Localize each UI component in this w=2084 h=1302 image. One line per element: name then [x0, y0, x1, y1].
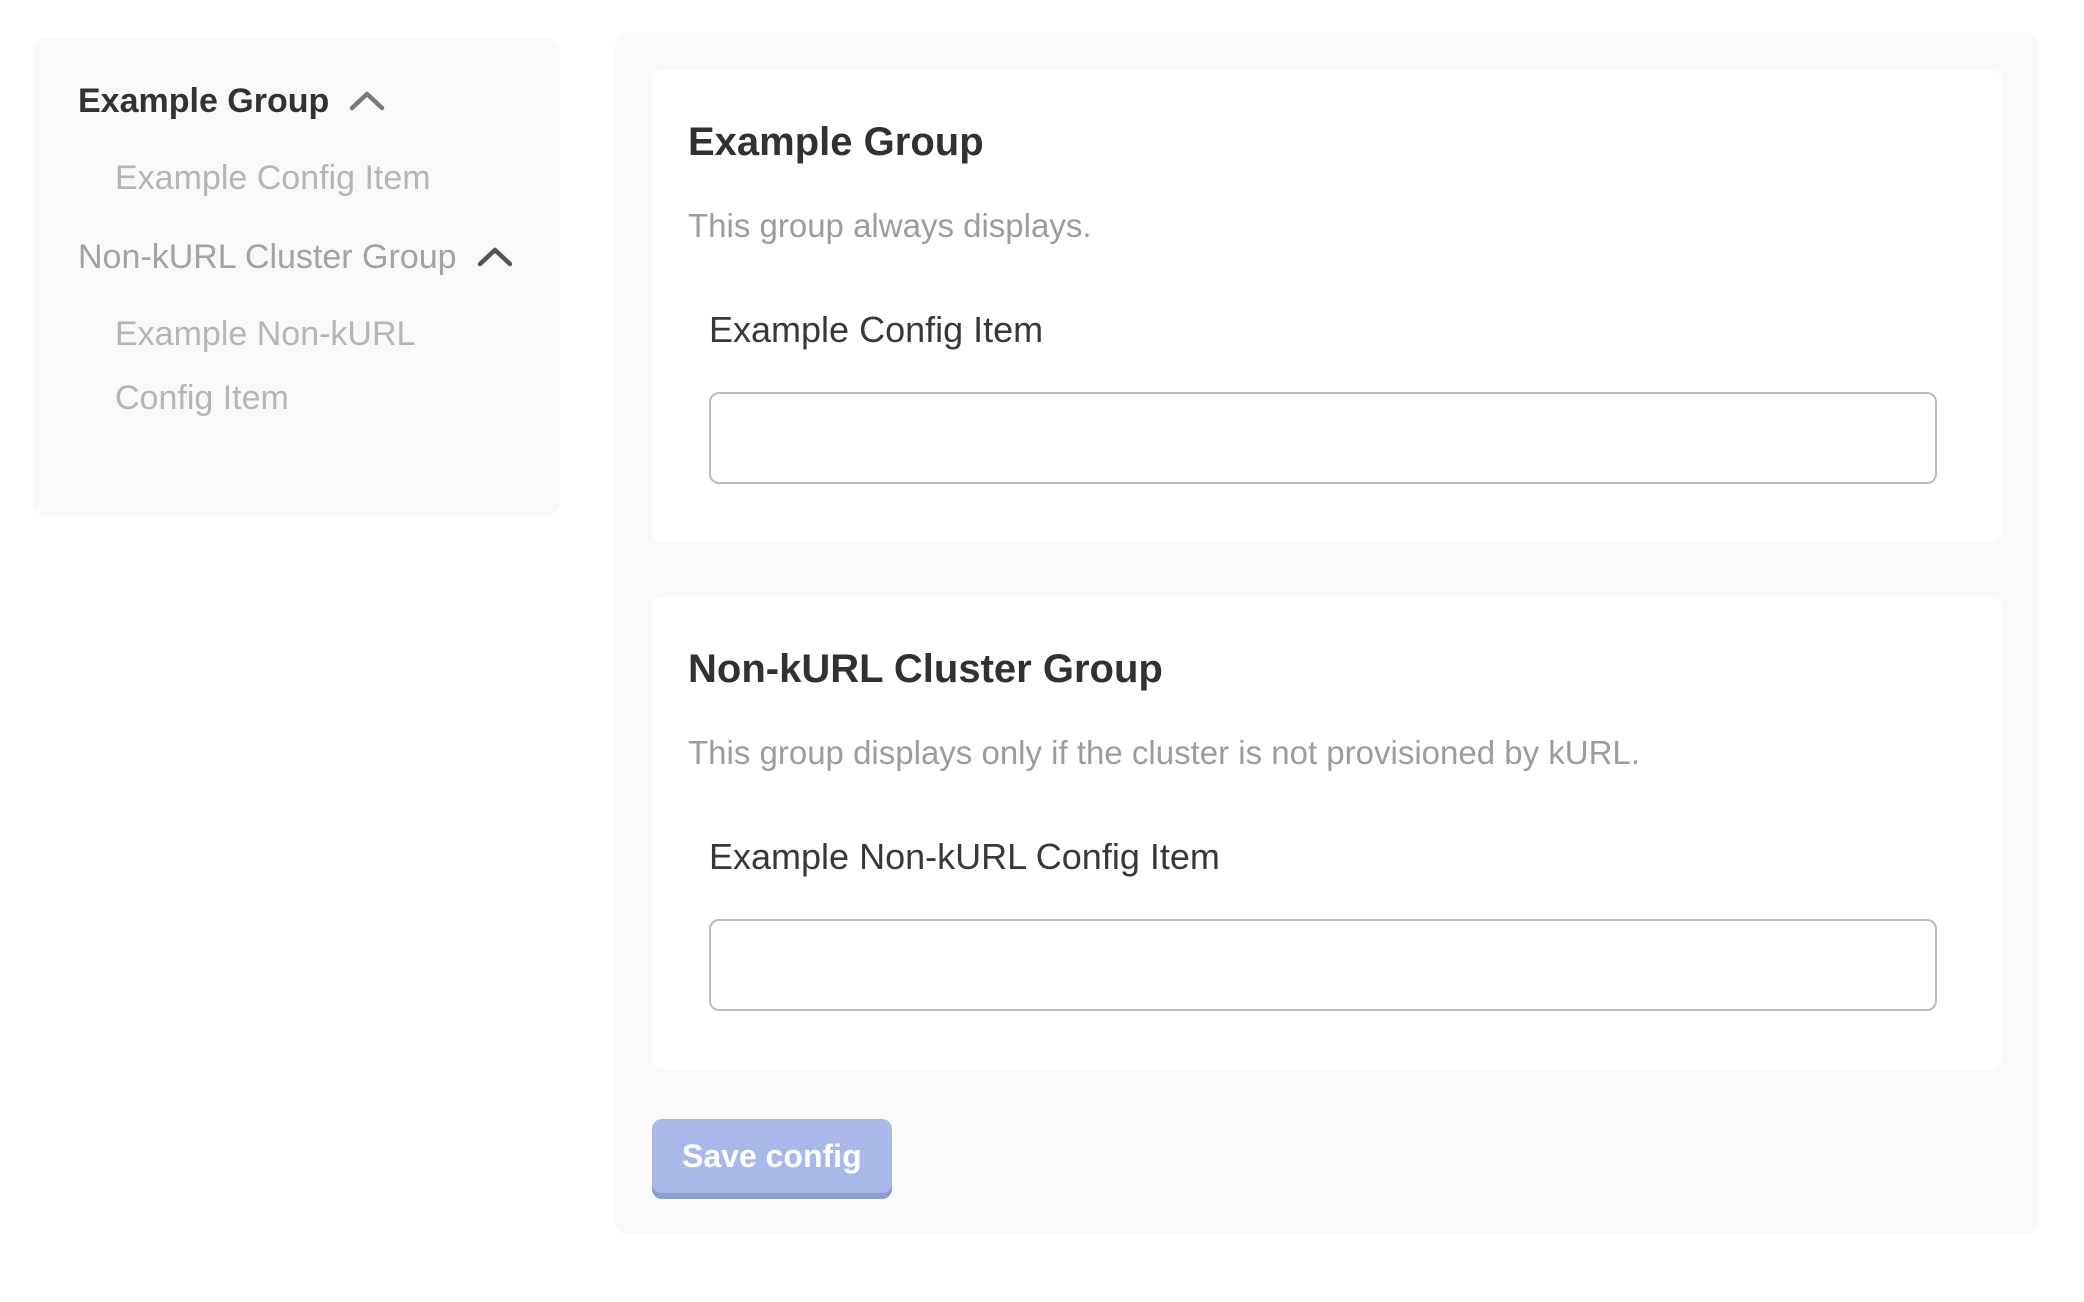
config-item: Example Non-kURL Config Item [709, 835, 1966, 1011]
config-item: Example Config Item [709, 308, 1966, 484]
group-title: Non-kURL Cluster Group [688, 643, 1966, 695]
example-non-kurl-config-item-input[interactable] [709, 919, 1937, 1011]
chevron-up-icon[interactable] [475, 245, 515, 269]
chevron-up-icon[interactable] [347, 89, 387, 113]
sidebar-group-label: Non-kURL Cluster Group [78, 224, 457, 290]
sidebar-item-example-config-item[interactable]: Example Config Item [115, 146, 520, 210]
sidebar-group-non-kurl-cluster-group[interactable]: Non-kURL Cluster Group [78, 224, 520, 290]
sidebar-group-label: Example Group [78, 68, 329, 134]
sidebar-group-example-group[interactable]: Example Group [78, 68, 520, 134]
config-group-card-non-kurl-cluster-group: Non-kURL Cluster Group This group displa… [652, 597, 2002, 1069]
save-config-button[interactable]: Save config [652, 1119, 892, 1193]
config-page: Example Group Example Config Item Non-kU… [0, 0, 2084, 1235]
sidebar-item-example-non-kurl-config-item[interactable]: Example Non-kURL Config Item [115, 302, 495, 430]
config-item-label: Example Non-kURL Config Item [709, 835, 1966, 879]
group-description: This group always displays. [688, 206, 1966, 246]
config-main-panel: Example Group This group always displays… [615, 32, 2039, 1235]
config-item-label: Example Config Item [709, 308, 1966, 352]
group-title: Example Group [688, 116, 1966, 168]
example-config-item-input[interactable] [709, 392, 1937, 484]
config-group-card-example-group: Example Group This group always displays… [652, 70, 2002, 542]
config-nav-sidebar: Example Group Example Config Item Non-kU… [33, 38, 560, 516]
group-description: This group displays only if the cluster … [688, 733, 1966, 773]
